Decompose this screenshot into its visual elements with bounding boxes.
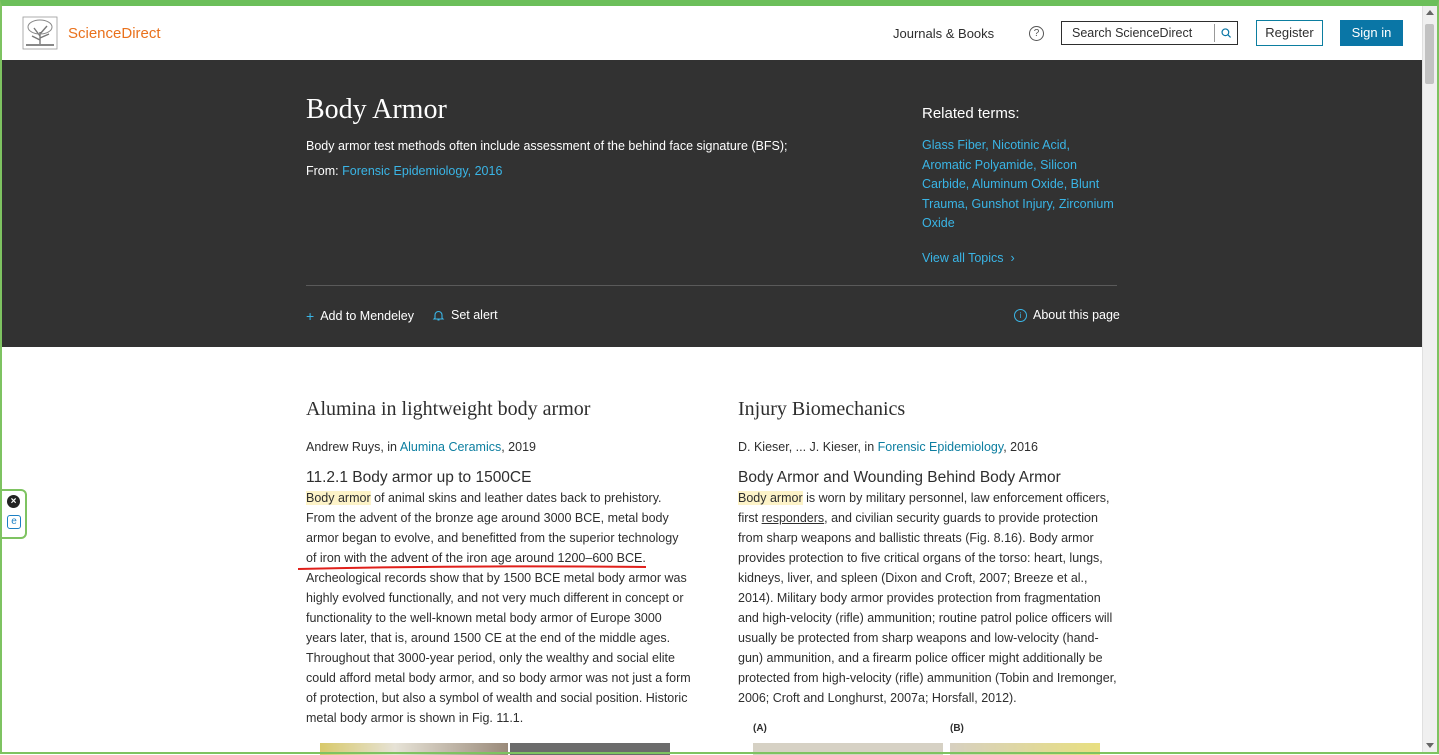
add-to-mendeley-button[interactable]: + Add to Mendeley: [306, 308, 414, 324]
set-alert-label[interactable]: Set alert: [451, 308, 498, 322]
plus-icon: +: [306, 308, 315, 324]
figure-thumbnail[interactable]: [320, 743, 508, 755]
elsevier-tree-icon: [22, 16, 58, 50]
about-page-link[interactable]: i About this page: [1014, 308, 1120, 322]
help-icon[interactable]: ?: [1029, 26, 1044, 41]
article-snippet-1: Alumina in lightweight body armor Andrew…: [306, 398, 691, 725]
figure-label-b: (B): [950, 723, 964, 734]
excerpt-text: , and civilian security guards to provid…: [738, 511, 1117, 705]
related-terms-links[interactable]: Glass Fiber, Nicotinic Acid, Aromatic Po…: [922, 136, 1122, 234]
site-header: ScienceDirect Journals & Books ? Registe…: [2, 6, 1423, 60]
divider: [306, 285, 1117, 286]
responders-link[interactable]: responders: [762, 511, 825, 525]
bell-icon: [432, 310, 445, 321]
figure-thumbnail[interactable]: [753, 743, 943, 755]
highlight-term: Body armor: [738, 491, 803, 505]
figure-thumbnail[interactable]: [950, 743, 1100, 755]
close-icon[interactable]: ×: [7, 495, 20, 508]
view-all-label[interactable]: View all Topics: [922, 251, 1004, 265]
add-mendeley-label[interactable]: Add to Mendeley: [320, 309, 414, 323]
journals-books-link[interactable]: Journals & Books: [893, 26, 994, 41]
brand-name[interactable]: ScienceDirect: [68, 25, 161, 42]
article-title[interactable]: Injury Biomechanics: [738, 398, 1118, 421]
view-all-topics-link[interactable]: View all Topics ›: [922, 251, 1015, 265]
set-alert-button[interactable]: Set alert: [432, 308, 498, 322]
extension-e-icon[interactable]: e: [7, 515, 21, 529]
author-text: D. Kieser, ... J. Kieser, in: [738, 440, 875, 454]
search-icon[interactable]: [1215, 22, 1237, 44]
source-link[interactable]: Alumina Ceramics: [400, 440, 501, 454]
topic-source: From: Forensic Epidemiology, 2016: [306, 164, 502, 178]
register-button[interactable]: Register: [1256, 20, 1323, 46]
article-title[interactable]: Alumina in lightweight body armor: [306, 398, 686, 421]
article-excerpt: Body armor of animal skins and leather d…: [306, 488, 691, 728]
info-icon: i: [1014, 308, 1027, 322]
source-link[interactable]: Forensic Epidemiology, 2016: [342, 164, 502, 178]
about-label[interactable]: About this page: [1033, 308, 1120, 322]
chevron-right-icon: ›: [1007, 251, 1015, 265]
article-snippet-2: Injury Biomechanics D. Kieser, ... J. Ki…: [738, 398, 1118, 705]
sign-in-button[interactable]: Sign in: [1340, 20, 1403, 46]
topic-description: Body armor test methods often include as…: [306, 139, 788, 153]
section-heading: 11.2.1 Body armor up to 1500CE: [306, 469, 532, 486]
year-text: , 2019: [501, 440, 536, 454]
article-byline: D. Kieser, ... J. Kieser, in Forensic Ep…: [738, 440, 1038, 454]
search-box[interactable]: [1061, 21, 1238, 45]
author-text: Andrew Ruys, in: [306, 440, 398, 454]
year-text: , 2016: [1003, 440, 1038, 454]
scroll-thumb[interactable]: [1425, 24, 1434, 84]
from-label: From:: [306, 164, 339, 178]
site-logo[interactable]: ScienceDirect: [22, 16, 161, 50]
search-input[interactable]: [1062, 25, 1214, 41]
page-title: Body Armor: [306, 94, 447, 125]
section-heading: Body Armor and Wounding Behind Body Armo…: [738, 469, 1061, 486]
figure-label-a: (A): [753, 723, 767, 734]
article-excerpt: Body armor is worn by military personnel…: [738, 488, 1123, 708]
source-link[interactable]: Forensic Epidemiology: [878, 440, 1004, 454]
red-underline-annotation: [297, 565, 647, 570]
highlight-term: Body armor: [306, 491, 371, 505]
extension-widget: × e: [2, 489, 27, 539]
vertical-scrollbar[interactable]: [1422, 6, 1437, 752]
excerpt-text: of animal skins and leather dates back t…: [306, 491, 691, 725]
scroll-up-icon[interactable]: [1426, 10, 1434, 15]
scroll-down-icon[interactable]: [1426, 743, 1434, 748]
related-terms-title: Related terms:: [922, 105, 1020, 122]
figure-thumbnail[interactable]: [510, 743, 670, 755]
topic-hero: Body Armor Body armor test methods often…: [2, 60, 1423, 347]
article-byline: Andrew Ruys, in Alumina Ceramics, 2019: [306, 440, 536, 454]
